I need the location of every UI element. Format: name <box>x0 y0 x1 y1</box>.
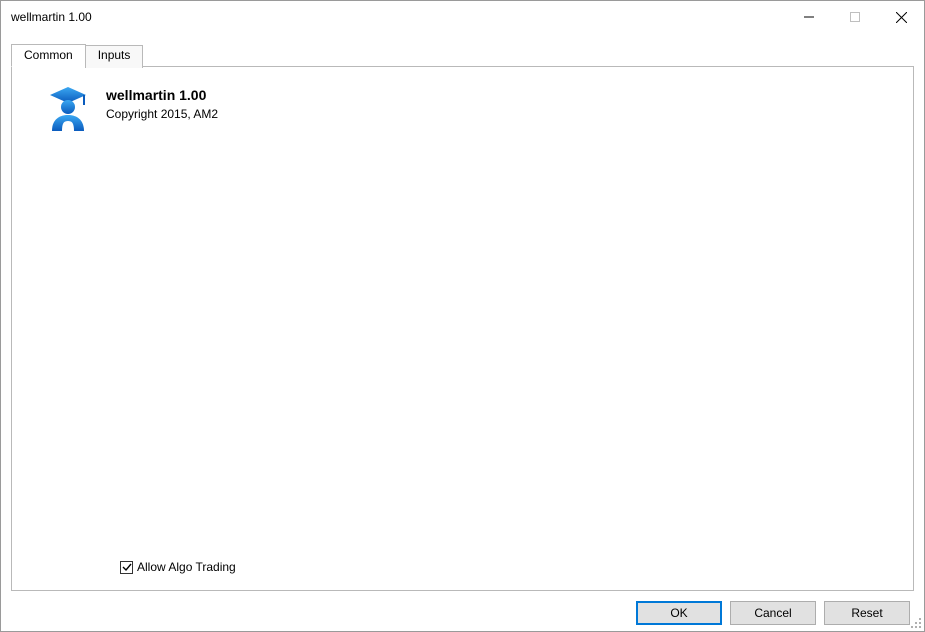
close-icon <box>896 12 907 23</box>
reset-button-label: Reset <box>851 606 882 620</box>
tab-strip: Common Inputs <box>11 43 914 66</box>
ok-button[interactable]: OK <box>636 601 722 625</box>
allow-algo-row: Allow Algo Trading <box>30 560 895 574</box>
button-row: OK Cancel Reset <box>11 591 914 625</box>
ea-meta: wellmartin 1.00 Copyright 2015, AM2 <box>106 85 218 121</box>
ea-name: wellmartin 1.00 <box>106 87 218 103</box>
close-button[interactable] <box>878 1 924 33</box>
ok-button-label: OK <box>670 606 687 620</box>
tab-inputs-label: Inputs <box>98 48 131 62</box>
tab-body-common: wellmartin 1.00 Copyright 2015, AM2 Allo… <box>11 66 914 591</box>
allow-algo-label: Allow Algo Trading <box>137 560 236 574</box>
maximize-icon <box>850 12 860 22</box>
titlebar: wellmartin 1.00 <box>1 1 924 33</box>
ea-icon <box>46 85 90 133</box>
tab-common[interactable]: Common <box>11 44 86 67</box>
maximize-button <box>832 1 878 33</box>
reset-button[interactable]: Reset <box>824 601 910 625</box>
cancel-button[interactable]: Cancel <box>730 601 816 625</box>
tab-common-label: Common <box>24 48 73 62</box>
minimize-button[interactable] <box>786 1 832 33</box>
client-area: Common Inputs <box>1 33 924 631</box>
checkmark-icon <box>122 562 132 572</box>
ea-copyright: Copyright 2015, AM2 <box>106 107 218 121</box>
allow-algo-checkbox[interactable] <box>120 561 133 574</box>
cancel-button-label: Cancel <box>754 606 791 620</box>
tab-inputs[interactable]: Inputs <box>85 45 144 68</box>
ea-header: wellmartin 1.00 Copyright 2015, AM2 <box>30 85 895 133</box>
window-controls <box>786 1 924 33</box>
minimize-icon <box>804 12 814 22</box>
dialog-window: wellmartin 1.00 Common Inputs <box>0 0 925 632</box>
window-title: wellmartin 1.00 <box>11 10 786 24</box>
